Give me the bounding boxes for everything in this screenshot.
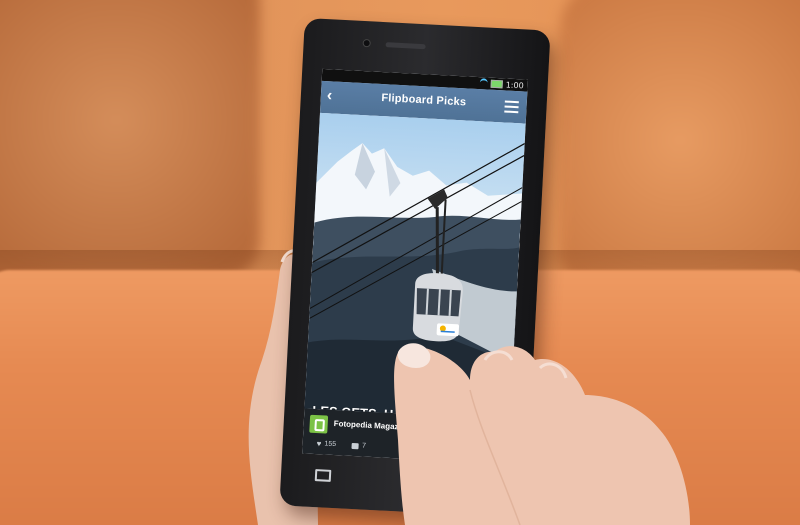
- smartphone: 1:00 ‹ Flipboard Picks Fotopedia Magazin…: [279, 17, 551, 519]
- hamburger-menu-icon[interactable]: [504, 100, 519, 116]
- article-cover-photo[interactable]: LES GETS, HAUTE: [304, 112, 526, 420]
- article-footer: Fotopedia Magazine ♥ 155 7 +: [302, 408, 511, 465]
- gondola-mountain-scene: [304, 143, 525, 420]
- section-title[interactable]: Flipboard Picks: [321, 89, 527, 112]
- heart-icon: ♥: [316, 439, 322, 449]
- phone-screen: 1:00 ‹ Flipboard Picks Fotopedia Magazin…: [302, 68, 529, 465]
- likes-stat[interactable]: ♥ 155: [316, 439, 336, 449]
- plus-icon[interactable]: +: [485, 446, 493, 460]
- fotopedia-logo-icon[interactable]: [309, 414, 329, 434]
- wifi-icon: [479, 78, 489, 89]
- couch-cushion-left: [0, 0, 260, 280]
- comments-count: 7: [361, 442, 367, 450]
- article-stats: ♥ 155 7: [316, 439, 366, 451]
- comment-icon: [351, 442, 360, 449]
- earpiece-speaker: [385, 42, 426, 50]
- battery-icon: [490, 79, 503, 89]
- comments-stat[interactable]: 7: [351, 441, 367, 451]
- recent-apps-icon[interactable]: [314, 469, 332, 482]
- likes-count: 155: [324, 440, 337, 449]
- status-clock: 1:00: [505, 80, 524, 90]
- source-name[interactable]: Fotopedia Magazine: [334, 419, 411, 432]
- front-camera: [363, 40, 370, 47]
